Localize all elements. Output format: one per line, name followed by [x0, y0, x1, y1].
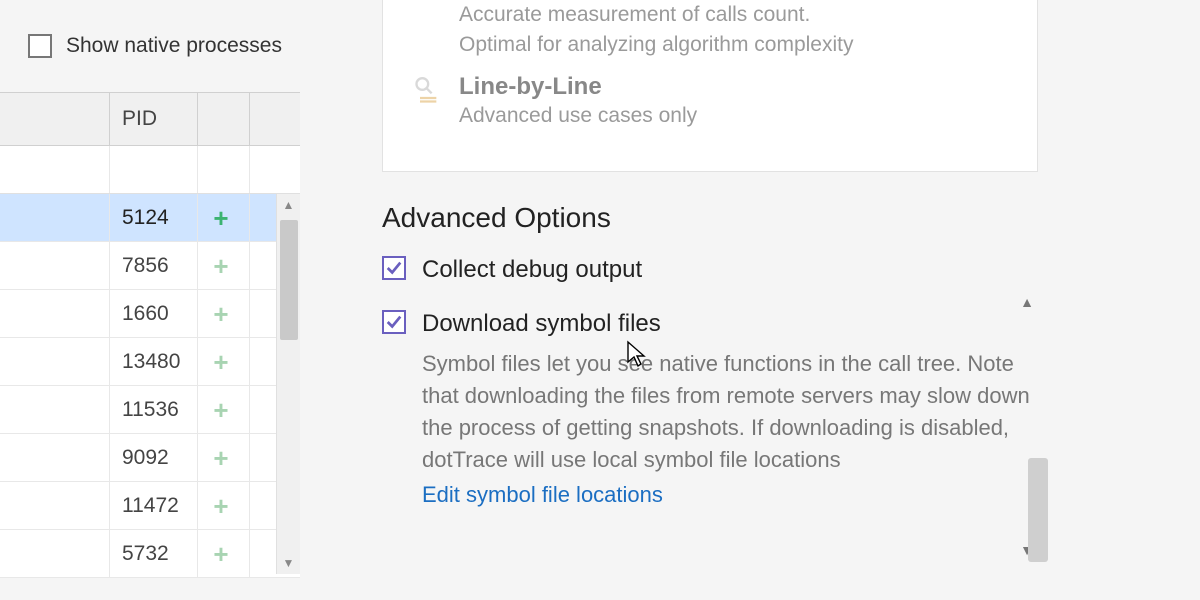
process-pid-cell: 7856 [110, 242, 198, 289]
collect-debug-output-row: Collect debug output [382, 256, 1038, 284]
scroll-up-arrow-icon[interactable]: ▲ [277, 194, 300, 216]
process-name-cell [0, 338, 110, 385]
tracing-icon [413, 4, 441, 32]
scroll-thumb[interactable] [280, 220, 298, 340]
download-symbol-files-checkbox[interactable] [382, 310, 406, 334]
process-name-cell [0, 194, 110, 241]
plus-icon: + [210, 399, 232, 421]
collect-debug-output-label: Collect debug output [422, 256, 642, 284]
attach-button[interactable]: + [198, 434, 250, 481]
process-pid-cell: 9092 [110, 434, 198, 481]
line-by-line-desc: Advanced use cases only [459, 101, 697, 131]
process-name-cell [0, 386, 110, 433]
process-pid-cell: 13480 [110, 338, 198, 385]
attach-button[interactable]: + [198, 194, 250, 241]
filter-name-input[interactable] [0, 146, 110, 193]
options-scrollbar[interactable] [1028, 0, 1048, 600]
filter-pid-input[interactable] [110, 146, 198, 193]
options-scroll-thumb[interactable] [1028, 458, 1048, 562]
plus-icon: + [210, 447, 232, 469]
process-name-cell [0, 530, 110, 577]
table-row[interactable]: 7856 + [0, 242, 300, 290]
process-list-pane: Show native processes PID 5124 +7856 +1660… [0, 0, 300, 600]
table-row[interactable]: 11536 + [0, 386, 300, 434]
process-name-cell [0, 434, 110, 481]
process-name-cell [0, 482, 110, 529]
process-name-cell [0, 242, 110, 289]
line-by-line-title: Line-by-Line [459, 73, 697, 101]
download-symbol-files-row: Download symbol files Symbol files let y… [382, 310, 1038, 508]
attach-button[interactable]: + [198, 290, 250, 337]
show-native-processes-checkbox[interactable] [28, 34, 52, 58]
line-by-line-icon [413, 77, 441, 105]
attach-button[interactable]: + [198, 386, 250, 433]
download-symbol-files-label: Download symbol files [422, 310, 661, 337]
process-pid-cell: 11472 [110, 482, 198, 529]
table-row[interactable]: 9092 + [0, 434, 300, 482]
process-pid-cell: 5124 [110, 194, 198, 241]
plus-icon: + [210, 543, 232, 565]
table-row[interactable]: 5732 + [0, 530, 300, 578]
process-grid-header: PID [0, 92, 300, 146]
download-symbol-files-desc: Symbol files let you see native function… [422, 348, 1038, 476]
table-row[interactable]: 5124 + [0, 194, 300, 242]
column-header-action [198, 93, 250, 145]
show-native-processes-label: Show native processes [66, 34, 282, 58]
column-header-scroll-gutter [250, 93, 300, 145]
profiling-type-card: Accurate measurement of calls count. Opt… [382, 0, 1038, 172]
process-pid-cell: 11536 [110, 386, 198, 433]
process-pid-cell: 1660 [110, 290, 198, 337]
attach-button[interactable]: + [198, 242, 250, 289]
profiling-mode-line-by-line[interactable]: Line-by-Line Advanced use cases only [413, 73, 1007, 131]
column-header-pid[interactable]: PID [110, 93, 198, 145]
collect-debug-output-checkbox[interactable] [382, 256, 406, 280]
process-grid-filter-row [0, 146, 300, 194]
plus-icon: + [210, 495, 232, 517]
column-header-name[interactable] [0, 93, 110, 145]
tracing-desc-2: Optimal for analyzing algorithm complexi… [459, 30, 854, 60]
plus-icon: + [210, 351, 232, 373]
attach-button[interactable]: + [198, 338, 250, 385]
advanced-options-title: Advanced Options [382, 202, 1200, 234]
profiling-mode-tracing[interactable]: Accurate measurement of calls count. Opt… [413, 0, 1007, 61]
process-grid-scrollbar[interactable]: ▲ ▼ [276, 194, 300, 574]
process-pid-cell: 5732 [110, 530, 198, 577]
process-grid: PID 5124 +7856 +1660 +13480 +11536 +9092 +1147… [0, 92, 300, 574]
table-row[interactable]: 1660 + [0, 290, 300, 338]
plus-icon: + [210, 303, 232, 325]
attach-button[interactable]: + [198, 482, 250, 529]
options-pane: Accurate measurement of calls count. Opt… [300, 0, 1200, 600]
edit-symbol-file-locations-link[interactable]: Edit symbol file locations [422, 482, 663, 508]
table-row[interactable]: 13480 + [0, 338, 300, 386]
plus-icon: + [210, 255, 232, 277]
process-name-cell [0, 290, 110, 337]
attach-button[interactable]: + [198, 530, 250, 577]
scroll-down-arrow-icon[interactable]: ▼ [277, 552, 300, 574]
plus-icon: + [210, 207, 232, 229]
tracing-desc-1: Accurate measurement of calls count. [459, 0, 854, 30]
show-native-processes-row: Show native processes [0, 28, 300, 64]
table-row[interactable]: 11472 + [0, 482, 300, 530]
